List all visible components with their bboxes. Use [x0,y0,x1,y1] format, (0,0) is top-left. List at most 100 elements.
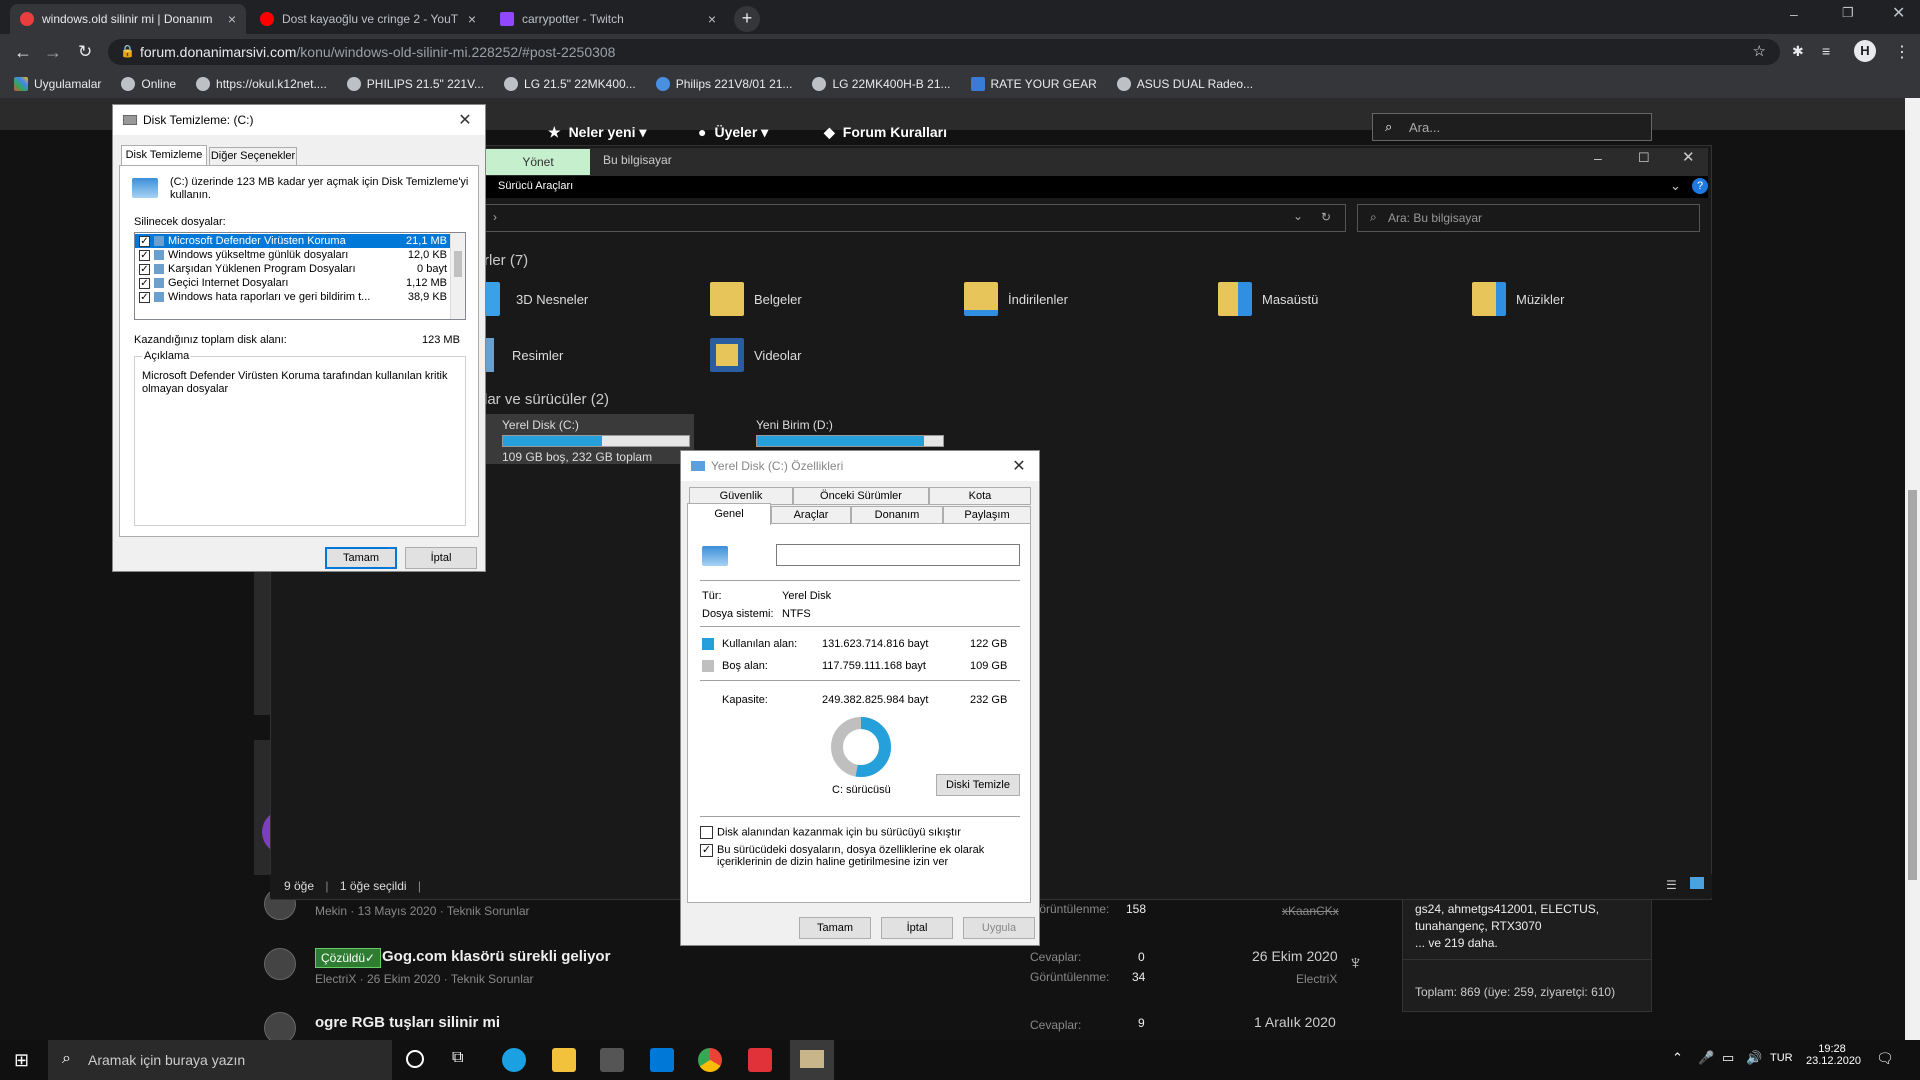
explorer-maximize-icon[interactable]: ☐ [1638,150,1650,166]
folders-section-header[interactable]: rler (7) [484,252,528,269]
nav-forum-rules[interactable]: ◆ Forum Kuralları [824,124,947,141]
ribbon-drive-tools[interactable]: Sürücü Araçları [498,180,573,192]
avatar[interactable] [264,948,296,980]
bookmark-item[interactable]: ASUS DUAL Radeo... [1116,77,1253,91]
ribbon-tab-manage[interactable]: Yönet [486,149,590,175]
taskbar-search[interactable]: ⌕ Aramak için buraya yazın [48,1040,392,1080]
profile-avatar[interactable]: H [1854,40,1876,62]
tray-chevron-icon[interactable]: ⌃ [1672,1050,1683,1066]
restore-window-icon[interactable]: ❐ [1842,5,1854,21]
tab-sharing[interactable]: Paylaşım [943,506,1031,524]
notifications-icon[interactable]: 🗨 [1876,1050,1894,1067]
bookmark-apps[interactable]: Uygulamalar [14,77,101,91]
file-checkbox[interactable]: ✓ [139,249,150,261]
tab-tools[interactable]: Araçlar [771,506,851,524]
checkbox-box[interactable]: ✓ [700,844,713,857]
ribbon-expand-icon[interactable]: ⌄ [1670,178,1681,194]
close-icon[interactable]: ✕ [445,110,485,130]
task-view-icon[interactable]: ⧉ [452,1049,463,1067]
pocket-icon[interactable] [748,1048,772,1072]
bookmark-star-icon[interactable]: ☆ [1753,42,1766,60]
index-checkbox[interactable]: ✓ Bu sürücüdeki dosyaların, dosya özellik… [700,844,1020,868]
mail-icon[interactable] [650,1048,674,1072]
cleanup-file-row[interactable]: ✓ Microsoft Defender Virüsten Koruma 21,1 … [135,234,451,248]
bookmark-item[interactable]: https://okul.k12net.... [196,77,327,91]
apply-button[interactable]: Uygula [963,917,1035,939]
reload-icon[interactable]: ↻ [78,42,92,62]
drives-section-header[interactable]: lar ve sürücüler (2) [484,391,609,408]
explorer-minimize-icon[interactable]: – [1594,150,1602,166]
new-tab-button[interactable]: + [734,6,760,32]
refresh-icon[interactable]: ↻ [1321,210,1331,224]
close-tab-icon[interactable]: × [468,11,476,27]
files-list-scrollbar[interactable] [450,233,465,319]
page-scrollbar-thumb[interactable] [1908,490,1917,880]
folder-documents[interactable]: Belgeler [710,282,802,316]
bookmark-item[interactable]: LG 22MK400H-B 21... [812,77,951,91]
tab-more-options[interactable]: Diğer Seçenekler [209,147,297,166]
close-tab-icon[interactable]: × [708,11,716,27]
thread-title[interactable]: ogre RGB tuşları silinir mi [315,1014,500,1031]
tab-general[interactable]: Genel [687,503,771,525]
microphone-icon[interactable]: 🎤 [1698,1050,1714,1066]
last-poster[interactable]: ElectriX [1296,972,1337,986]
folder-videos[interactable]: Videolar [710,338,801,372]
nav-whats-new[interactable]: ★ Neler yeni ▾ [548,124,646,141]
ok-button[interactable]: Tamam [799,917,871,939]
minimize-window-icon[interactable]: – [1790,6,1798,22]
bookmark-item[interactable]: LG 21.5" 22MK400... [504,77,636,91]
close-window-icon[interactable]: ✕ [1892,3,1905,23]
files-list[interactable]: ✓ Microsoft Defender Virüsten Koruma 21,1 … [134,232,466,320]
bookmark-item[interactable]: Philips 221V8/01 21... [655,77,792,91]
folder-downloads[interactable]: İndirilenler [964,282,1068,316]
network-icon[interactable]: ▭ [1722,1050,1734,1066]
tab-disk-cleanup[interactable]: Disk Temizleme [121,145,207,166]
disk-cleanup-taskbar-item[interactable] [790,1040,834,1080]
explorer-address-bar[interactable]: › ⌄ ↻ [484,204,1346,232]
file-checkbox[interactable]: ✓ [139,277,150,289]
ok-button[interactable]: Tamam [325,547,397,569]
reading-list-icon[interactable]: ≡ [1822,43,1830,59]
tiles-view-icon[interactable] [1690,877,1704,889]
menu-kebab-icon[interactable]: ⋮ [1894,42,1910,62]
folder-pictures[interactable]: Resimler [484,338,563,372]
chevron-down-icon[interactable]: ⌄ [1293,209,1303,223]
thread-title[interactable]: Gog.com klasörü sürekli geliyor [382,948,610,965]
close-tab-icon[interactable]: × [228,11,236,27]
nav-members[interactable]: ● Üyeler ▾ [698,124,768,141]
browser-tab-donanim[interactable]: windows.old silinir mi | Donanım × [10,4,246,34]
back-icon[interactable]: ← [14,42,32,63]
last-post-date[interactable]: 1 Aralık 2020 [1254,1014,1336,1030]
language-indicator[interactable]: TUR [1770,1052,1793,1064]
file-checkbox[interactable]: ✓ [139,263,150,275]
bookmark-item[interactable]: RATE YOUR GEAR [970,77,1097,91]
disk-cleanup-button[interactable]: Diski Temizle [936,774,1020,796]
drive-c[interactable]: Yerel Disk (C:) 109 GB boş, 232 GB topla… [502,418,690,464]
tab-hardware[interactable]: Donanım [851,506,943,524]
forward-icon[interactable]: → [44,42,62,63]
browser-tab-youtube[interactable]: Dost kayaoğlu ve cringe 2 - YouT × [250,4,486,34]
file-checkbox[interactable]: ✓ [139,235,150,247]
volume-icon[interactable]: 🔊 [1746,1050,1762,1066]
url-bar[interactable]: 🔒 forum.donanimarsivi.com/konu/windows-o… [108,39,1780,65]
compress-checkbox[interactable]: Disk alanından kazanmak için bu sürücüyü… [700,826,961,839]
help-icon[interactable]: ? [1692,178,1708,194]
cancel-button[interactable]: İptal [881,917,953,939]
browser-tab-twitch[interactable]: carrypotter - Twitch × [490,4,726,34]
details-view-icon[interactable]: ☰ [1666,878,1677,892]
file-explorer-icon[interactable] [552,1048,576,1072]
user-avatar-icon[interactable]: ♆ [1348,952,1363,975]
checkbox-box[interactable] [700,826,713,839]
cancel-button[interactable]: İptal [405,547,477,569]
online-users-list[interactable]: gs24, ahmetgs412001, ELECTUS, tunahangen… [1415,901,1641,935]
folder-desktop[interactable]: Masaüstü [1218,282,1318,316]
extensions-icon[interactable]: ✱ [1792,43,1804,60]
tab-quota[interactable]: Kota [929,487,1031,505]
volume-name-input[interactable] [776,544,1020,566]
windows-start-icon[interactable]: ⊞ [14,1050,29,1071]
folder-3d-objects[interactable]: 3D Nesneler [484,282,588,316]
drive-d[interactable]: Yeni Birim (D:) [756,418,944,450]
cleanup-file-row[interactable]: ✓ Karşıdan Yüklenen Program Dosyaları 0 ba… [135,262,451,276]
online-more[interactable]: ... ve 219 daha. [1415,936,1498,950]
cleanup-file-row[interactable]: ✓ Windows yükseltme günlük dosyaları 12,0 … [135,248,451,262]
